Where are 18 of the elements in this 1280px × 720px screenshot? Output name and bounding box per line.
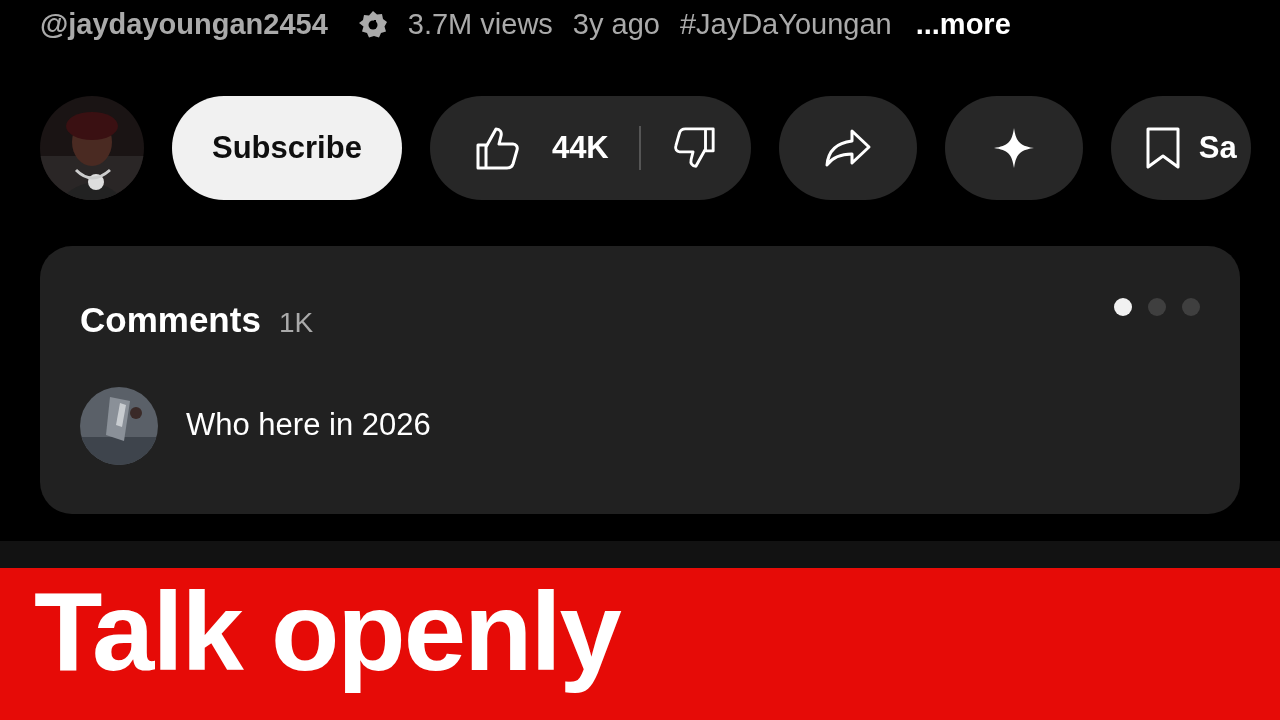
page-dot[interactable] bbox=[1114, 298, 1132, 316]
save-button[interactable]: Sa bbox=[1110, 96, 1251, 200]
hashtag-link[interactable]: #JayDaYoungan bbox=[679, 3, 892, 47]
channel-name[interactable]: @jaydayoungan2454 bbox=[40, 3, 328, 47]
subscribe-button[interactable]: Subscribe bbox=[172, 96, 402, 200]
video-thumbnail[interactable]: Talk openly bbox=[0, 568, 1280, 720]
view-count: 3.7M views bbox=[407, 7, 553, 43]
like-button[interactable]: 44K bbox=[473, 124, 609, 172]
page-dot[interactable] bbox=[1182, 298, 1200, 316]
comment-text: Who here in 2026 bbox=[186, 406, 431, 445]
comments-heading: Comments bbox=[80, 299, 261, 341]
more-link[interactable]: ...more bbox=[915, 3, 1011, 47]
share-icon bbox=[823, 128, 872, 168]
banner-title: Talk openly bbox=[34, 568, 620, 696]
comment-count: 1K bbox=[278, 306, 314, 340]
comments-card[interactable]: Comments 1K Who here in 2026 bbox=[40, 246, 1240, 514]
page-dot[interactable] bbox=[1148, 298, 1166, 316]
upload-age: 3y ago bbox=[572, 7, 660, 43]
